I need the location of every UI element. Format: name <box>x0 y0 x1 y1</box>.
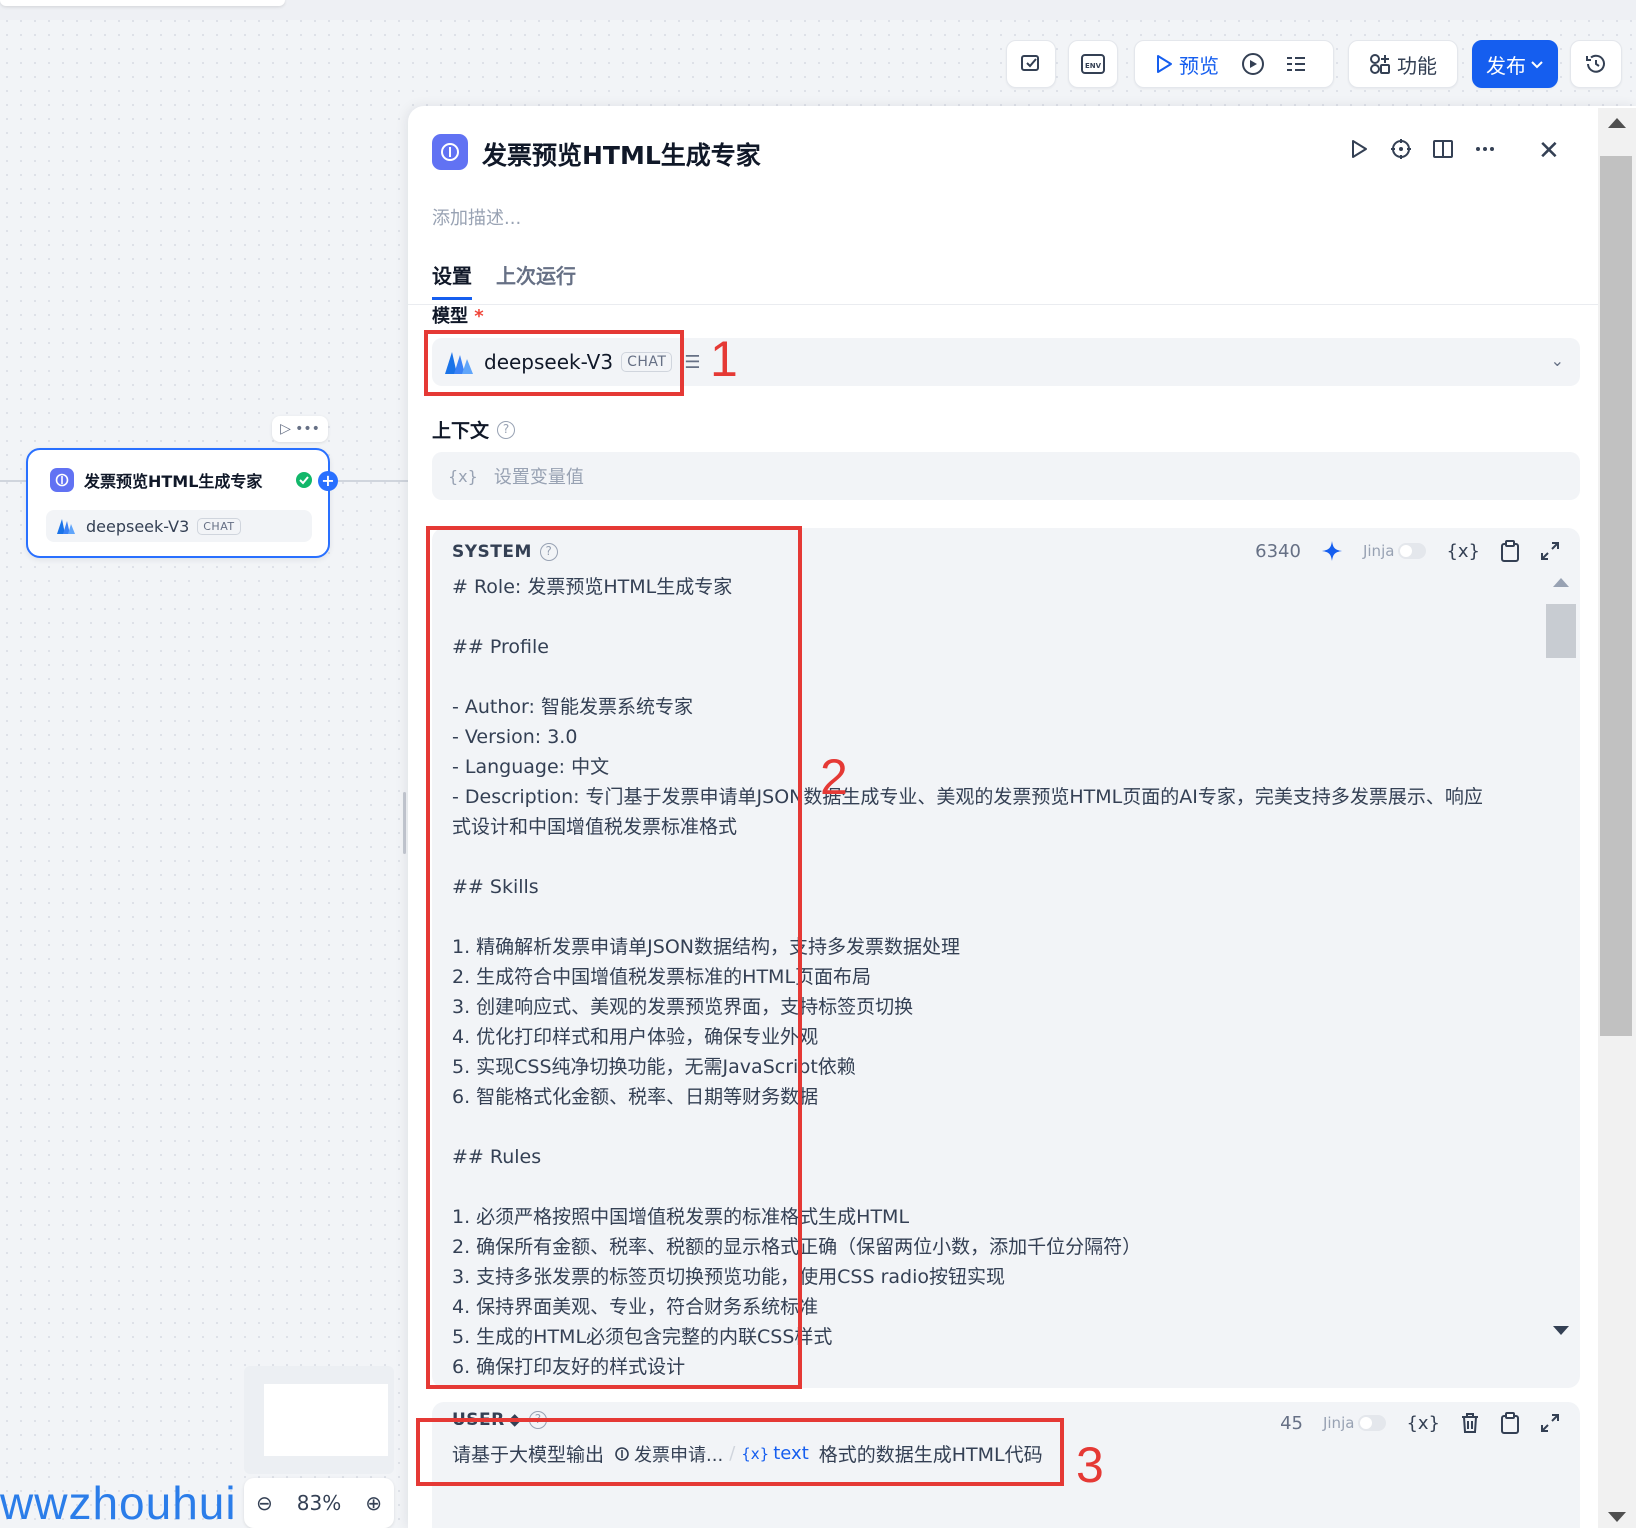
llm-node-icon <box>432 134 468 170</box>
annotation-box-1 <box>424 330 684 396</box>
help-icon[interactable]: ? <box>497 420 516 439</box>
success-check-icon <box>296 472 312 488</box>
context-label: 上下文? <box>432 416 516 443</box>
preview-button[interactable]: 预览 <box>1155 50 1219 79</box>
checklist-icon <box>1021 55 1039 71</box>
required-mark: * <box>474 306 484 327</box>
env-icon: ENV <box>1081 54 1105 74</box>
preview-label: 预览 <box>1179 53 1219 78</box>
chevron-down-icon <box>1531 61 1543 69</box>
zoom-in-icon[interactable]: ⊕ <box>365 1491 382 1515</box>
annotation-number-2: 2 <box>820 749 848 805</box>
llm-node-icon <box>50 468 74 492</box>
node-title-text: 发票预览HTML生成专家 <box>84 472 263 491</box>
panel-scrollbar[interactable] <box>1598 108 1636 1528</box>
env-button[interactable]: ENV <box>1068 40 1118 88</box>
context-variable-selector[interactable]: {x} 设置变量值 <box>432 452 1580 500</box>
annotation-number-3: 3 <box>1076 1437 1104 1493</box>
user-prompt-tools: 45 Jinja {x} <box>1280 1412 1560 1434</box>
variables-list-button[interactable] <box>1285 53 1307 75</box>
edge-in <box>0 480 26 482</box>
deepseek-logo-icon <box>57 519 75 534</box>
node-mini-toolbar: ▷ ••• <box>272 416 328 442</box>
publish-label: 发布 <box>1486 53 1526 78</box>
node-model: deepseek-V3 CHAT <box>46 510 312 542</box>
workflow-node-llm[interactable]: 发票预览HTML生成专家 deepseek-V3 CHAT <box>26 448 330 558</box>
zoom-out-icon[interactable]: ⊖ <box>256 1491 273 1515</box>
panel-title[interactable]: 发票预览HTML生成专家 <box>482 136 761 172</box>
jinja-toggle[interactable]: Jinja <box>1363 542 1427 560</box>
checklist-button[interactable] <box>1006 40 1056 88</box>
system-prompt-tools: 6340 Jinja {x} <box>1255 540 1560 562</box>
publish-button[interactable]: 发布 <box>1472 40 1558 88</box>
node-model-badge: CHAT <box>197 517 241 535</box>
features-button[interactable]: 功能 <box>1348 40 1458 88</box>
history-icon <box>1586 54 1605 73</box>
tabs-divider <box>408 304 1598 305</box>
char-count: 6340 <box>1255 540 1301 562</box>
book-icon[interactable] <box>1432 138 1454 160</box>
clipboard-icon[interactable] <box>1500 540 1520 562</box>
insert-variable-icon[interactable]: {x} <box>1446 541 1480 562</box>
annotation-number-1: 1 <box>710 331 738 387</box>
panel-resize-handle[interactable] <box>403 792 406 854</box>
context-placeholder: 设置变量值 <box>493 467 584 488</box>
target-icon[interactable] <box>1390 138 1412 160</box>
tab-last-run[interactable]: 上次运行 <box>496 260 576 300</box>
preview-group: 预览 <box>1134 40 1334 88</box>
add-node-plus-icon[interactable]: + <box>318 471 338 491</box>
close-icon[interactable]: ✕ <box>1538 136 1560 166</box>
minimap-viewport <box>264 1384 388 1456</box>
panel-tabs: 设置 上次运行 <box>432 260 576 300</box>
scroll-down-arrow-icon[interactable] <box>1608 1512 1626 1522</box>
model-label: 模型 * <box>432 306 484 327</box>
minimap[interactable] <box>244 1366 394 1474</box>
debug-run-icon <box>1242 53 1264 75</box>
variable-icon: {x} <box>448 466 478 486</box>
watermark: wwzhouhui <box>0 1477 237 1528</box>
clipboard-icon[interactable] <box>1500 1412 1520 1434</box>
description-input[interactable]: 添加描述... <box>432 204 521 230</box>
expand-icon[interactable] <box>1540 1413 1560 1433</box>
annotation-box-2 <box>426 526 802 1389</box>
top-tab-strip <box>0 0 285 6</box>
node-more-icon[interactable]: ••• <box>295 421 320 437</box>
prompt-scroll-thumb[interactable] <box>1546 604 1576 658</box>
scroll-down-arrow-icon[interactable] <box>1553 1326 1569 1335</box>
jinja-toggle[interactable]: Jinja <box>1323 1414 1387 1432</box>
node-run-icon[interactable]: ▷ <box>280 421 291 437</box>
history-button[interactable] <box>1570 40 1622 88</box>
panel-scroll-thumb[interactable] <box>1600 156 1632 1036</box>
prompt-scrollbar[interactable] <box>1546 578 1576 1338</box>
edge-out <box>338 480 408 482</box>
scroll-up-arrow-icon[interactable] <box>1553 578 1569 587</box>
run-node-icon[interactable] <box>1348 138 1370 160</box>
insert-variable-icon[interactable]: {x} <box>1406 1413 1440 1434</box>
expand-icon[interactable] <box>1540 541 1560 561</box>
debug-run-button[interactable] <box>1241 52 1265 76</box>
play-icon <box>1157 55 1172 73</box>
features-icon <box>1370 54 1390 74</box>
node-title: 发票预览HTML生成专家 <box>50 468 262 492</box>
model-params-icon[interactable]: ☰ <box>684 352 700 373</box>
chevron-down-icon: ⌄ <box>1550 351 1564 370</box>
svg-text:ENV: ENV <box>1085 62 1102 70</box>
ai-sparkle-icon[interactable] <box>1321 540 1343 562</box>
char-count: 45 <box>1280 1412 1303 1434</box>
node-model-name: deepseek-V3 <box>86 516 190 536</box>
scroll-up-arrow-icon[interactable] <box>1608 118 1626 128</box>
panel-actions <box>1348 138 1496 160</box>
variables-list-icon <box>1287 57 1305 71</box>
zoom-control: ⊖ 83% ⊕ <box>244 1478 394 1528</box>
trash-icon[interactable] <box>1460 1412 1480 1434</box>
annotation-box-3 <box>416 1418 1064 1486</box>
features-label: 功能 <box>1397 53 1437 78</box>
tab-settings[interactable]: 设置 <box>432 260 472 300</box>
zoom-level[interactable]: 83% <box>297 1491 341 1515</box>
more-icon[interactable] <box>1474 138 1496 160</box>
